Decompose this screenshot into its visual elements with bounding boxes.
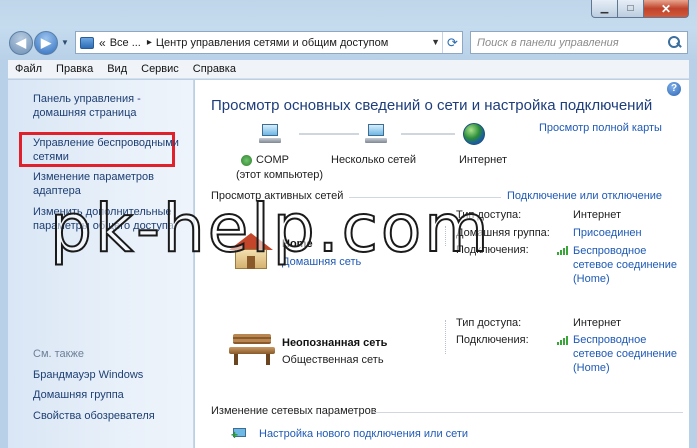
back-button[interactable]: ◀ (9, 31, 33, 55)
menu-help[interactable]: Справка (186, 63, 243, 75)
sidebar-link-manage-wireless[interactable]: Управление беспроводными сетями (33, 136, 188, 164)
caption-buttons: ▁ □ ✕ (591, 0, 689, 18)
menu-bar: Файл Правка Вид Сервис Справка (8, 60, 689, 79)
full-map-link[interactable]: Просмотр полной карты (539, 122, 662, 134)
refresh-button[interactable]: ⟳ (442, 32, 462, 53)
access-type-value: Интернет (573, 209, 621, 221)
see-also-heading: См. также (33, 348, 84, 360)
search-box[interactable]: Поиск в панели управления (470, 31, 688, 54)
multiple-networks-icon (365, 124, 387, 144)
map-connection-line (401, 133, 455, 135)
breadcrumb-network-center[interactable]: Центр управления сетями и общим доступом (156, 37, 388, 49)
connect-disconnect-link[interactable]: Подключение или отключение (507, 190, 662, 202)
search-input[interactable]: Поиск в панели управления (477, 37, 665, 49)
new-connection-link[interactable]: Настройка нового подключения или сети (259, 428, 468, 440)
sidebar-link-homegroup[interactable]: Домашняя группа (33, 388, 188, 402)
sidebar-link-advanced-sharing[interactable]: Изменить дополнительные параметры общего… (33, 205, 188, 233)
access-type-value: Интернет (573, 317, 621, 329)
network-type: Общественная сеть (282, 354, 384, 366)
connection-link[interactable]: Беспроводное сетевое соединение (Home) (573, 244, 683, 286)
breadcrumb-separator[interactable]: ▸ (147, 37, 152, 48)
public-network-icon[interactable] (229, 332, 275, 366)
connection-link[interactable]: Беспроводное сетевое соединение (Home) (573, 333, 683, 375)
computer-icon (259, 124, 281, 144)
breadcrumb-all[interactable]: Все ... (110, 37, 141, 49)
breadcrumb-overflow[interactable]: « (99, 36, 106, 50)
arrow-right-icon: ▶ (41, 35, 51, 50)
recent-pages-dropdown[interactable]: ▼ (61, 38, 69, 47)
map-connection-line (299, 133, 359, 135)
window-frame: ▁ □ ✕ ◀ ▶ ▼ « Все ... ▸ Центр управления… (0, 0, 697, 448)
access-type-label: Тип доступа: (456, 209, 522, 221)
wireless-signal-icon (557, 335, 571, 345)
sidebar-link-internet-options[interactable]: Свойства обозревателя (33, 409, 188, 423)
section-divider (349, 197, 501, 198)
menu-tools[interactable]: Сервис (134, 63, 186, 75)
maximize-button[interactable]: □ (618, 0, 644, 18)
internet-globe-icon (463, 123, 485, 145)
sidebar-link-control-panel-home[interactable]: Панель управления - домашняя страница (33, 92, 188, 120)
computer-note: (этот компьютер) (236, 169, 324, 181)
wireless-signal-icon (557, 245, 571, 255)
section-divider (373, 412, 683, 413)
homegroup-value-link[interactable]: Присоединен (573, 227, 642, 239)
minimize-button[interactable]: ▁ (591, 0, 618, 18)
home-network-icon[interactable] (229, 233, 273, 271)
help-icon[interactable]: ? (667, 82, 681, 96)
sidebar-link-adapter-settings[interactable]: Изменение параметров адаптера (33, 170, 188, 198)
menu-edit[interactable]: Правка (49, 63, 100, 75)
connections-label: Подключения: (456, 244, 529, 256)
change-settings-heading: Изменение сетевых параметров (211, 405, 377, 417)
address-bar[interactable]: « Все ... ▸ Центр управления сетями и об… (75, 31, 463, 54)
vertical-divider (445, 226, 446, 246)
search-icon[interactable] (665, 34, 683, 52)
computer-name: COMP (256, 154, 289, 166)
connections-label: Подключения: (456, 334, 529, 346)
forward-button[interactable]: ▶ (34, 31, 58, 55)
active-networks-heading: Просмотр активных сетей (211, 190, 344, 202)
sidebar-link-firewall[interactable]: Брандмауэр Windows (33, 368, 188, 382)
left-pane: Панель управления - домашняя страница Уп… (8, 80, 194, 448)
network-name: Home (282, 238, 313, 250)
computer-status-icon (241, 155, 252, 166)
network-type-link[interactable]: Домашняя сеть (282, 256, 361, 268)
arrow-left-icon: ◀ (16, 35, 26, 50)
page-title: Просмотр основных сведений о сети и наст… (211, 97, 653, 114)
address-dropdown[interactable]: ▼ (431, 37, 440, 47)
menu-view[interactable]: Вид (100, 63, 134, 75)
internet-label: Интернет (459, 154, 507, 166)
menu-file[interactable]: Файл (8, 63, 49, 75)
access-type-label: Тип доступа: (456, 317, 522, 329)
control-panel-icon (80, 36, 94, 49)
refresh-icon: ⟳ (447, 34, 458, 50)
main-pane: ? Просмотр основных сведений о сети и на… (195, 80, 689, 448)
homegroup-label: Домашняя группа: (456, 227, 550, 239)
vertical-divider (445, 320, 446, 354)
network-name: Неопознанная сеть (282, 337, 388, 349)
close-button[interactable]: ✕ (644, 0, 689, 18)
multiple-networks-label: Несколько сетей (331, 154, 417, 166)
new-connection-icon: + (231, 427, 249, 441)
